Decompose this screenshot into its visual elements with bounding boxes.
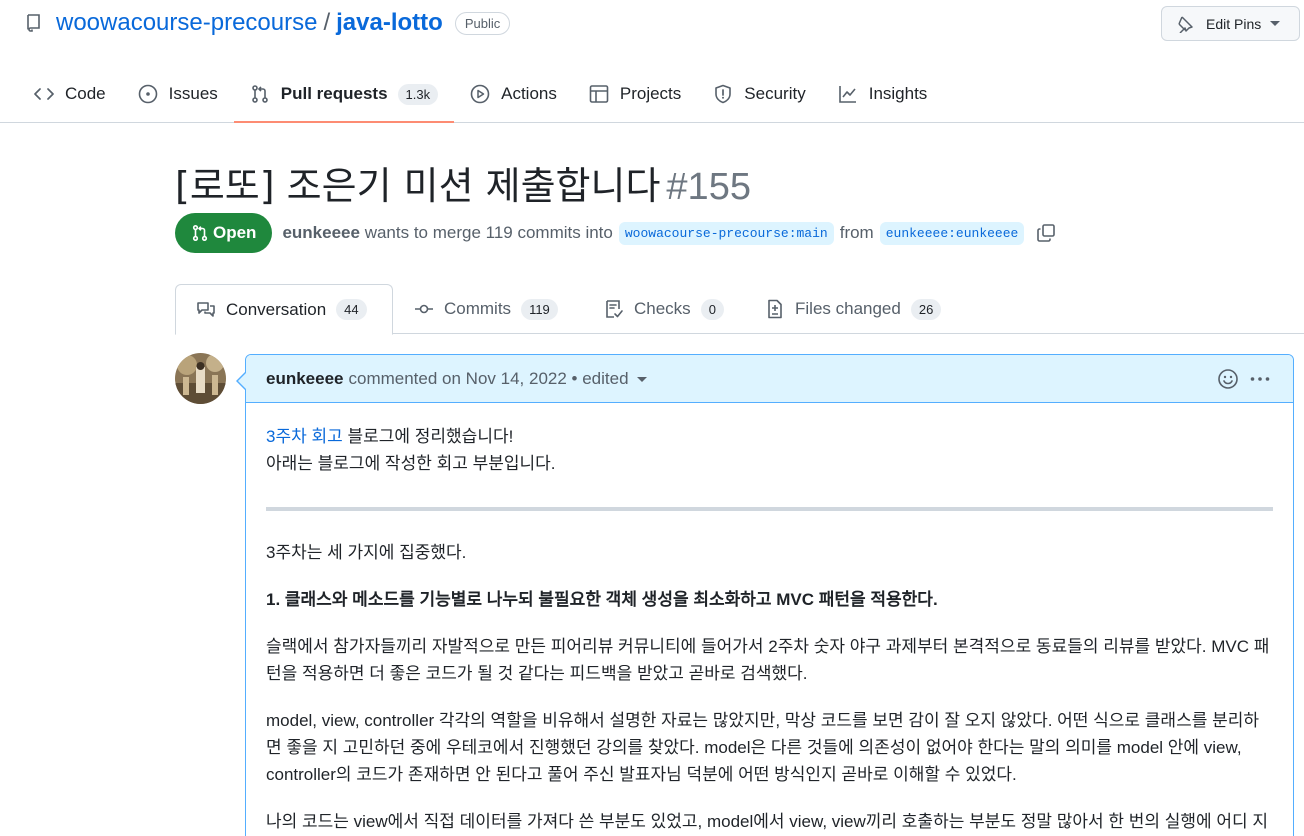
nav-issues-label: Issues xyxy=(168,84,218,103)
comment-body: 3주차 회고 블로그에 정리했습니다! 아래는 블로그에 작성한 회고 부분입니… xyxy=(246,403,1293,836)
pr-from-text: from xyxy=(839,223,874,242)
nav-projects[interactable]: Projects xyxy=(573,72,697,116)
pr-number: #155 xyxy=(666,166,751,208)
comment-line1-rest: 블로그에 정리했습니다! xyxy=(342,427,514,446)
nav-code[interactable]: Code xyxy=(18,72,122,116)
tab-commits-label: Commits xyxy=(444,299,512,318)
edit-pins-label: Edit Pins xyxy=(1206,15,1262,32)
nav-security-label: Security xyxy=(744,84,806,103)
comment-card: eunkeeee commented on Nov 14, 2022 • edi… xyxy=(245,354,1294,836)
comment-author-link[interactable]: eunkeeee xyxy=(266,369,344,389)
avatar[interactable] xyxy=(175,353,226,404)
paragraph-2: 슬랙에서 참가자들끼리 자발적으로 만든 피어리뷰 커뮤니티에 들어가서 2주차… xyxy=(266,637,1270,683)
tab-commits[interactable]: Commits 119 xyxy=(394,284,578,334)
pin-icon xyxy=(1176,15,1194,33)
play-icon xyxy=(470,84,490,104)
comment-line2: 아래는 블로그에 작성한 회고 부분입니다. xyxy=(266,454,556,473)
comment-header: eunkeeee commented on Nov 14, 2022 • edi… xyxy=(246,355,1293,403)
repo-owner-link[interactable]: woowacourse-precourse xyxy=(56,9,317,37)
tab-conversation-label: Conversation xyxy=(226,299,327,319)
paragraph-3: model, view, controller 각각의 역할을 비유해서 설명한… xyxy=(266,711,1260,784)
checks-counter: 0 xyxy=(700,298,724,320)
repo-path-separator: / xyxy=(323,9,331,36)
pr-title-text: [로또] 조은기 미션 제출합니다 xyxy=(175,164,661,208)
commit-icon xyxy=(414,299,434,319)
pull-request-icon xyxy=(250,84,270,104)
tab-checks[interactable]: Checks 0 xyxy=(584,284,744,334)
pr-merge-description: eunkeeee wants to merge 119 commits into xyxy=(282,223,612,243)
tab-checks-label: Checks xyxy=(634,299,691,318)
comment-timestamp[interactable]: commented on Nov 14, 2022 xyxy=(349,369,567,389)
copy-icon[interactable] xyxy=(1036,223,1056,243)
base-branch[interactable]: woowacourse-precourse:main xyxy=(618,221,834,245)
pr-meta: Open eunkeeee wants to merge 119 commits… xyxy=(175,213,1056,253)
nav-security[interactable]: Security xyxy=(697,72,821,116)
graph-icon xyxy=(838,84,858,104)
table-icon xyxy=(589,84,609,104)
checklist-icon xyxy=(604,299,624,319)
edit-pins-button[interactable]: Edit Pins xyxy=(1161,6,1300,41)
repo-icon xyxy=(26,14,42,32)
comment-pointer xyxy=(236,372,246,390)
commits-counter: 119 xyxy=(521,298,558,320)
pr-state-label: Open xyxy=(213,223,257,242)
smiley-icon[interactable] xyxy=(1217,368,1239,390)
pull-request-icon xyxy=(191,224,209,242)
nav-code-label: Code xyxy=(65,84,106,103)
visibility-badge: Public xyxy=(454,11,511,35)
file-diff-icon xyxy=(765,299,785,319)
repo-header: woowacourse-precourse / java-lotto Publi… xyxy=(0,0,1304,123)
repo-nav: Code Issues Pull requests 1.3k Actions P… xyxy=(18,72,943,123)
nav-pull-requests[interactable]: Pull requests 1.3k xyxy=(233,72,455,123)
pull-requests-counter: 1.3k xyxy=(397,83,439,105)
nav-issues[interactable]: Issues xyxy=(122,72,234,116)
pr-title: [로또] 조은기 미션 제출합니다 #155 xyxy=(175,155,751,210)
pr-state-badge: Open xyxy=(175,213,273,253)
retrospective-link[interactable]: 3주차 회고 xyxy=(266,427,343,446)
code-icon xyxy=(34,84,54,104)
nav-actions-label: Actions xyxy=(501,84,557,103)
tab-conversation[interactable]: Conversation 44 xyxy=(175,284,393,335)
tab-files-changed-label: Files changed xyxy=(795,299,901,318)
section-heading: 1. 클래스와 메소드를 기능별로 나누되 불필요한 객체 생성을 최소화하고 … xyxy=(266,590,938,609)
issue-icon xyxy=(138,84,158,104)
conversation-counter: 44 xyxy=(336,299,367,320)
paragraph-4: 나의 코드는 view에서 직접 데이터를 가져다 쓴 부분도 있었고, mod… xyxy=(266,812,1269,831)
comment-edited-label[interactable]: • edited xyxy=(572,369,629,389)
chevron-down-icon[interactable] xyxy=(636,377,647,382)
paragraph-1: 3주차는 세 가지에 집중했다. xyxy=(266,543,467,562)
nav-insights-label: Insights xyxy=(868,84,928,103)
nav-projects-label: Projects xyxy=(619,84,682,103)
pr-author-link[interactable]: eunkeeee xyxy=(282,223,360,242)
files-changed-counter: 26 xyxy=(910,298,942,320)
repo-name-link[interactable]: java-lotto xyxy=(336,9,443,37)
repo-title: woowacourse-precourse / java-lotto Publi… xyxy=(26,8,511,38)
head-branch[interactable]: eunkeeee:eunkeeee xyxy=(879,221,1025,245)
nav-insights[interactable]: Insights xyxy=(822,72,944,116)
chevron-down-icon xyxy=(1270,21,1281,26)
tab-files-changed[interactable]: Files changed 26 xyxy=(745,284,961,334)
pr-tabs: Conversation 44 Commits 119 Checks 0 Fil… xyxy=(0,284,1304,335)
comment-discussion-icon xyxy=(196,300,216,320)
nav-pull-requests-label: Pull requests xyxy=(280,84,388,103)
nav-actions[interactable]: Actions xyxy=(454,72,573,116)
shield-icon xyxy=(713,84,733,104)
pr-merge-text: wants to merge 119 commits into xyxy=(364,223,613,242)
comment-intro-line: 3주차 회고 블로그에 정리했습니다! xyxy=(266,423,1273,450)
kebab-icon[interactable] xyxy=(1249,368,1271,390)
horizontal-rule xyxy=(266,507,1273,511)
